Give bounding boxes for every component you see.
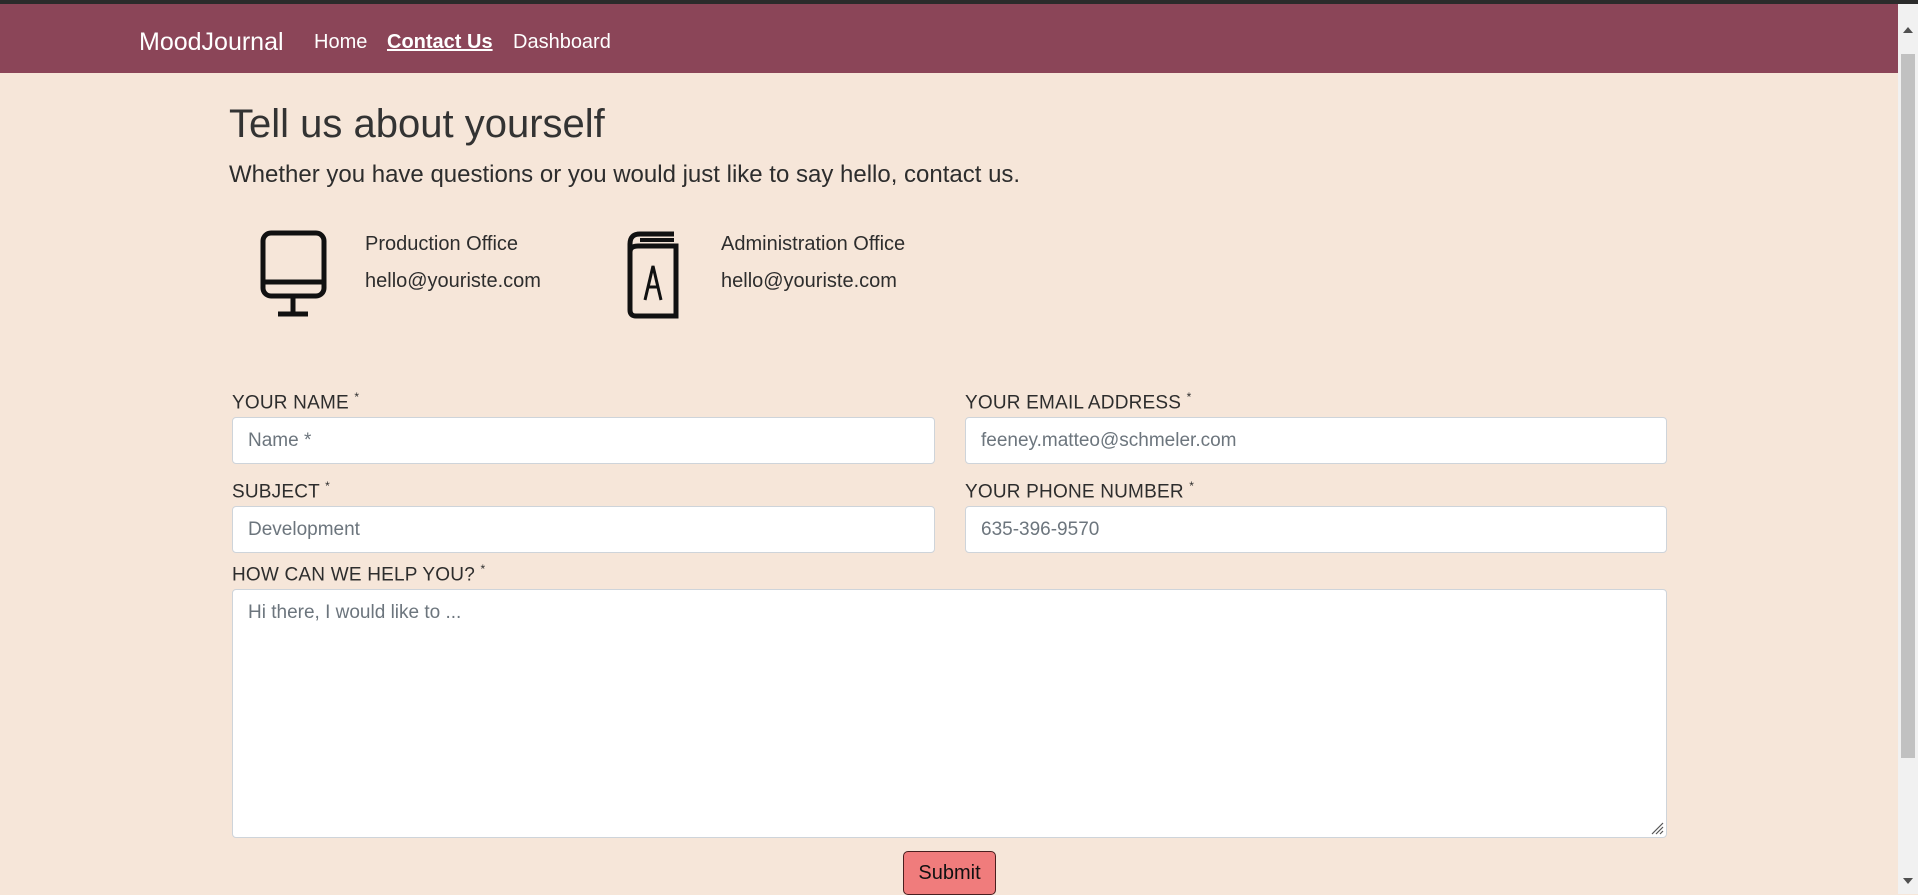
subject-label: SUBJECT *: [232, 479, 330, 503]
nav-link-dashboard[interactable]: Dashboard: [513, 31, 611, 54]
scroll-up-arrow-icon[interactable]: [1903, 27, 1913, 33]
subject-input[interactable]: Development: [232, 506, 935, 553]
scroll-down-arrow-icon[interactable]: [1903, 878, 1913, 884]
office-email-production: hello@youriste.com: [365, 270, 541, 292]
submit-button[interactable]: Submit: [903, 851, 996, 895]
nav-link-contact-us[interactable]: Contact Us: [387, 31, 493, 54]
page-subtitle: Whether you have questions or you would …: [229, 161, 1021, 188]
office-name-administration: Administration Office: [721, 233, 906, 255]
email-label: YOUR EMAIL ADDRESS *: [965, 390, 1192, 414]
brand-logo[interactable]: MoodJournal: [139, 28, 284, 57]
book-icon: [627, 231, 679, 319]
name-input[interactable]: Name *: [232, 417, 935, 464]
navbar: MoodJournal Home Contact Us Dashboard: [0, 4, 1898, 73]
office-name-production: Production Office: [365, 233, 519, 255]
message-textarea[interactable]: Hi there, I would like to ...: [232, 589, 1667, 838]
page-title: Tell us about yourself: [229, 102, 605, 146]
name-label: YOUR NAME *: [232, 390, 360, 414]
monitor-icon: [260, 230, 327, 317]
phone-label: YOUR PHONE NUMBER *: [965, 479, 1195, 503]
resize-grip-icon[interactable]: [1650, 821, 1664, 835]
office-email-administration: hello@youriste.com: [721, 270, 897, 292]
scrollbar-thumb[interactable]: [1901, 54, 1915, 758]
nav-link-home[interactable]: Home: [314, 31, 367, 54]
phone-input[interactable]: 635-396-9570: [965, 506, 1667, 553]
email-input[interactable]: feeney.matteo@schmeler.com: [965, 417, 1667, 464]
message-label: HOW CAN WE HELP YOU? *: [232, 562, 486, 586]
